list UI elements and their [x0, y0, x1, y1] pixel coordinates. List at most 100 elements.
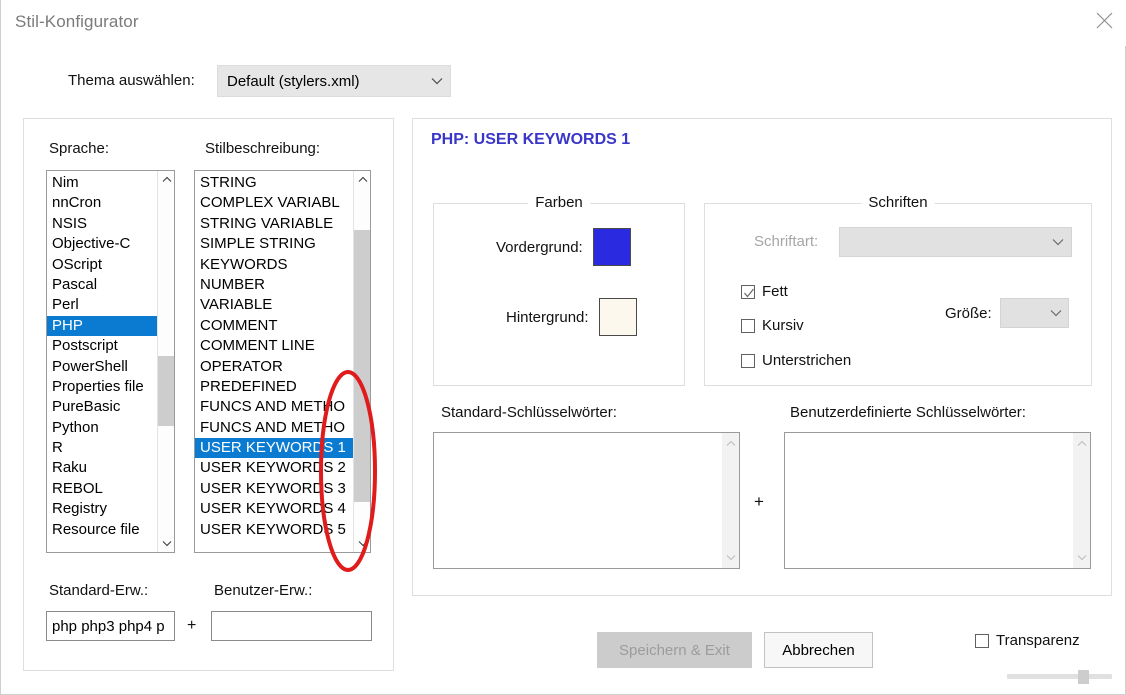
- language-listbox-scrollbar[interactable]: [157, 171, 174, 552]
- style-item[interactable]: STRING: [195, 173, 353, 193]
- italic-checkbox[interactable]: Kursiv: [741, 317, 804, 334]
- style-listbox-items: STRING COMPLEX VARIABL STRING VARIABLE SIMP…: [195, 171, 353, 552]
- style-item[interactable]: USER KEYWORDS 3: [195, 479, 353, 499]
- style-item[interactable]: USER KEYWORDS 1: [195, 438, 353, 459]
- theme-select-value: Default (stylers.xml): [227, 72, 360, 90]
- language-listbox-items: Nim nnCron NSIS Objective-C OScript Pascal Per…: [47, 171, 157, 552]
- style-item[interactable]: COMMENT: [195, 316, 353, 336]
- standard-keywords-textarea[interactable]: [433, 432, 740, 569]
- language-item[interactable]: Registry: [47, 499, 157, 519]
- chevron-down-icon: [1045, 238, 1071, 246]
- language-item[interactable]: Resource file: [47, 520, 157, 540]
- language-item[interactable]: PHP: [47, 315, 157, 337]
- scroll-down-icon[interactable]: [354, 535, 370, 552]
- background-color-row: Hintergrund:: [506, 298, 637, 336]
- user-keywords-label: Benutzerdefinierte Schlüsselwörter:: [790, 404, 1026, 421]
- style-item[interactable]: USER KEYWORDS 4: [195, 499, 353, 519]
- style-item[interactable]: OPERATOR: [195, 357, 353, 377]
- foreground-label: Vordergrund:: [496, 238, 583, 256]
- style-item[interactable]: SIMPLE STRING: [195, 234, 353, 254]
- checkbox-box: [741, 353, 755, 368]
- check-icon: [744, 288, 755, 298]
- save-and-exit-button[interactable]: Speichern & Exit: [597, 632, 752, 668]
- style-configurator-window: Stil-Konfigurator Thema auswählen: Defau…: [0, 0, 1126, 695]
- theme-label: Thema auswählen:: [68, 72, 195, 89]
- extension-plus-sign: +: [187, 617, 197, 634]
- transparency-label: Transparenz: [996, 632, 1080, 649]
- style-listbox[interactable]: STRING COMPLEX VARIABL STRING VARIABLE SIMP…: [194, 170, 371, 553]
- style-item[interactable]: COMMENT LINE: [195, 336, 353, 356]
- keywords-plus-sign: +: [754, 492, 764, 511]
- user-keywords-textarea[interactable]: [784, 432, 1091, 569]
- language-item[interactable]: nnCron: [47, 193, 157, 213]
- standard-extension-label: Standard-Erw.:: [49, 582, 149, 599]
- transparency-checkbox[interactable]: Transparenz: [975, 632, 1080, 649]
- language-item[interactable]: Pascal: [47, 275, 157, 295]
- background-label: Hintergrund:: [506, 308, 589, 326]
- scroll-up-icon[interactable]: [1073, 435, 1090, 452]
- language-item[interactable]: Properties file: [47, 377, 157, 397]
- standard-extension-input[interactable]: [46, 611, 175, 641]
- background-color-swatch[interactable]: [598, 298, 637, 336]
- close-icon: [1096, 12, 1113, 29]
- checkbox-box: [741, 284, 755, 299]
- style-item[interactable]: COMPLEX VARIABL: [195, 193, 353, 213]
- scroll-up-icon[interactable]: [722, 435, 739, 452]
- language-item[interactable]: REBOL: [47, 479, 157, 499]
- font-size-select[interactable]: [1000, 298, 1069, 328]
- user-keywords-scrollbar[interactable]: [1073, 433, 1090, 568]
- scrollbar-thumb[interactable]: [354, 230, 370, 502]
- language-item[interactable]: Objective-C: [47, 234, 157, 254]
- language-list-label: Sprache:: [49, 140, 110, 157]
- language-listbox[interactable]: Nim nnCron NSIS Objective-C OScript Pascal Per…: [46, 170, 175, 553]
- style-item[interactable]: FUNCS AND METHO: [195, 418, 353, 438]
- standard-keywords-scrollbar[interactable]: [722, 433, 739, 568]
- language-item[interactable]: NSIS: [47, 214, 157, 234]
- style-item[interactable]: STRING VARIABLE: [195, 214, 353, 234]
- slider-knob[interactable]: [1078, 670, 1089, 684]
- language-item[interactable]: PowerShell: [47, 357, 157, 377]
- close-button[interactable]: [1081, 0, 1126, 40]
- foreground-color-row: Vordergrund:: [496, 228, 631, 266]
- slider-track: [1007, 674, 1112, 679]
- foreground-color-swatch[interactable]: [592, 228, 631, 266]
- language-item[interactable]: Nim: [47, 173, 157, 193]
- checkbox-box: [975, 633, 989, 648]
- chevron-down-icon: [1044, 309, 1068, 317]
- scrollbar-thumb[interactable]: [158, 356, 174, 426]
- cancel-button[interactable]: Abbrechen: [764, 632, 873, 668]
- user-extension-input[interactable]: [211, 611, 372, 641]
- language-item[interactable]: Perl: [47, 295, 157, 315]
- language-item[interactable]: OScript: [47, 255, 157, 275]
- language-item[interactable]: Raku: [47, 458, 157, 478]
- language-item[interactable]: PureBasic: [47, 397, 157, 417]
- style-item[interactable]: NUMBER: [195, 275, 353, 295]
- scroll-down-icon[interactable]: [158, 535, 174, 552]
- font-name-select[interactable]: [839, 227, 1072, 257]
- style-item[interactable]: FUNCS AND METHO: [195, 397, 353, 417]
- style-item[interactable]: USER KEYWORDS 5: [195, 520, 353, 540]
- theme-select[interactable]: Default (stylers.xml): [217, 65, 451, 97]
- bold-label: Fett: [762, 283, 788, 300]
- language-item[interactable]: Postscript: [47, 336, 157, 356]
- scroll-up-icon[interactable]: [158, 171, 174, 188]
- title-bar: Stil-Konfigurator: [1, 0, 1126, 46]
- style-listbox-scrollbar[interactable]: [353, 171, 370, 552]
- transparency-slider[interactable]: [1007, 670, 1112, 684]
- style-item[interactable]: PREDEFINED: [195, 377, 353, 397]
- style-item[interactable]: KEYWORDS: [195, 255, 353, 275]
- window-title: Stil-Konfigurator: [15, 12, 139, 31]
- scroll-down-icon[interactable]: [1073, 549, 1090, 566]
- fonts-legend: Schriften: [861, 194, 935, 211]
- italic-label: Kursiv: [762, 317, 804, 334]
- style-item[interactable]: USER KEYWORDS 2: [195, 458, 353, 478]
- scroll-up-icon[interactable]: [354, 171, 370, 188]
- style-item[interactable]: VARIABLE: [195, 295, 353, 315]
- language-item[interactable]: Python: [47, 418, 157, 438]
- standard-keywords-label: Standard-Schlüsselwörter:: [441, 404, 617, 421]
- colors-legend: Farben: [528, 194, 590, 211]
- bold-checkbox[interactable]: Fett: [741, 283, 788, 300]
- language-item[interactable]: R: [47, 438, 157, 458]
- scroll-down-icon[interactable]: [722, 549, 739, 566]
- underline-checkbox[interactable]: Unterstrichen: [741, 352, 851, 369]
